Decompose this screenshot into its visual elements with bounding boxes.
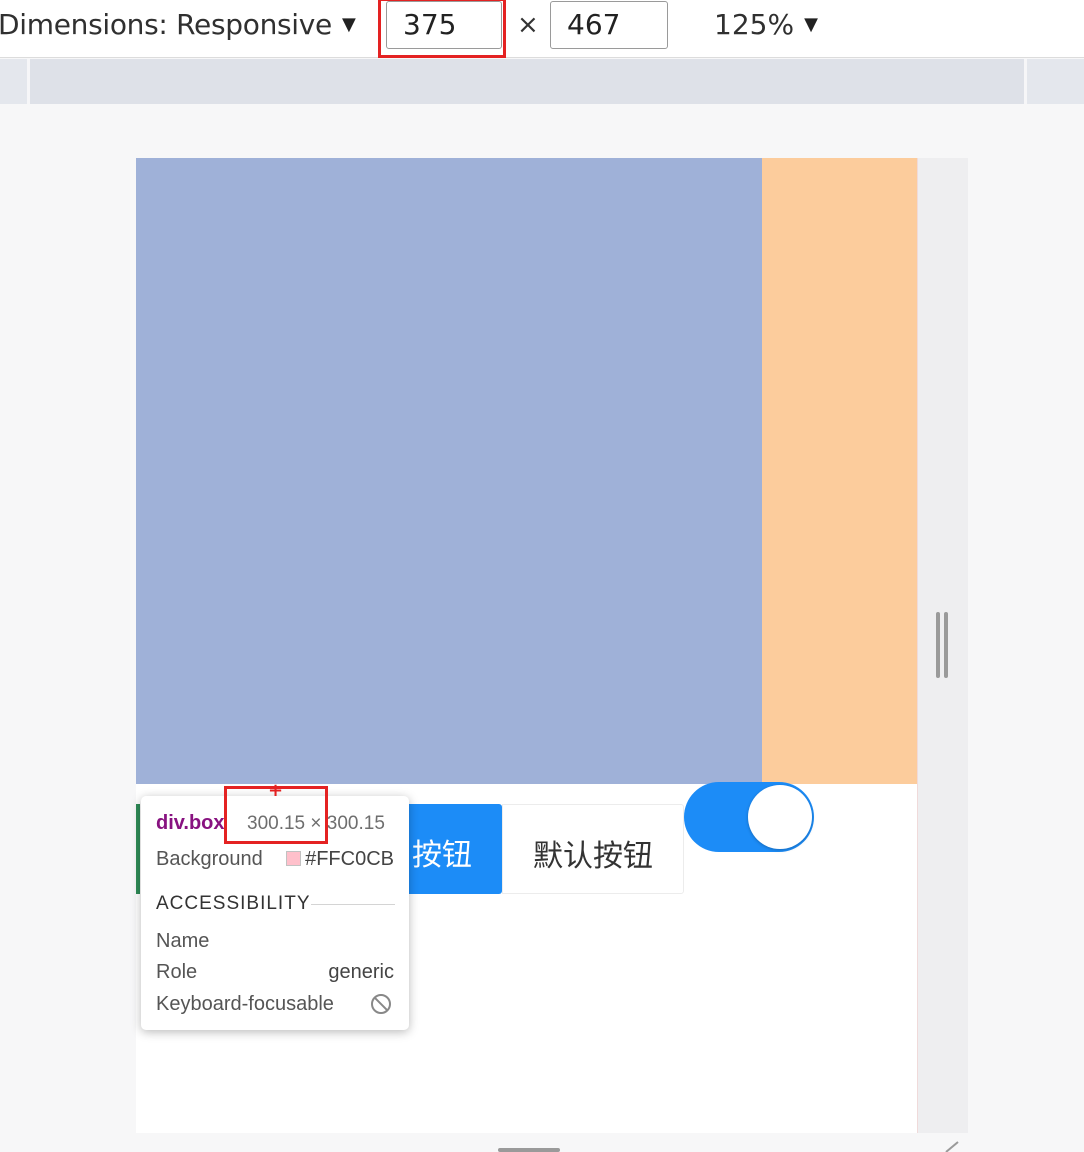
times-symbol: ×	[517, 10, 539, 40]
tooltip-name-label: Name	[156, 930, 210, 952]
box-blue	[136, 158, 762, 784]
tooltip-background-value: #FFC0CB	[305, 848, 394, 870]
dimensions-label: Dimensions: Responsive	[0, 8, 332, 41]
not-allowed-icon	[371, 994, 391, 1014]
tooltip-keyboard-row: Keyboard-focusable	[156, 993, 394, 1016]
height-input[interactable]: 467	[550, 1, 668, 49]
tooltip-role-value: generic	[328, 961, 394, 983]
color-swatch-icon	[286, 851, 302, 866]
box-orange	[762, 158, 917, 784]
ruler-segment-right[interactable]	[1024, 59, 1084, 104]
tooltip-background-row: Background #FFC0CB	[156, 848, 394, 871]
media-query-ruler[interactable]	[0, 59, 1084, 104]
green-element-edge	[136, 804, 140, 894]
tooltip-background-label: Background	[156, 848, 263, 870]
resize-handle-icon[interactable]	[936, 612, 948, 678]
zoom-dropdown[interactable]: 125% ▼	[714, 8, 818, 41]
tooltip-role-label: Role	[156, 961, 198, 983]
zoom-label: 125%	[714, 8, 795, 41]
width-highlight-annotation	[378, 0, 506, 58]
resize-handle-bottom-icon[interactable]	[498, 1148, 560, 1152]
tooltip-keyboard-label: Keyboard-focusable	[156, 993, 334, 1015]
device-toolbar: Dimensions: Responsive ▼ 375 × 467 125% ▼	[0, 0, 1084, 58]
default-button[interactable]: 默认按钮	[502, 804, 684, 894]
toggle-knob	[748, 785, 812, 849]
tooltip-role-row: Role generic	[156, 961, 394, 984]
crosshair-cursor-icon: +	[268, 780, 284, 801]
chevron-down-icon: ▼	[804, 14, 818, 35]
tooltip-divider	[311, 904, 395, 905]
dimensions-dropdown[interactable]: Dimensions: Responsive ▼	[0, 8, 356, 41]
toggle-switch[interactable]	[684, 782, 814, 852]
resize-corner-icon[interactable]	[944, 1140, 960, 1152]
ruler-segment-left[interactable]	[0, 59, 30, 104]
chevron-down-icon: ▼	[341, 14, 356, 35]
